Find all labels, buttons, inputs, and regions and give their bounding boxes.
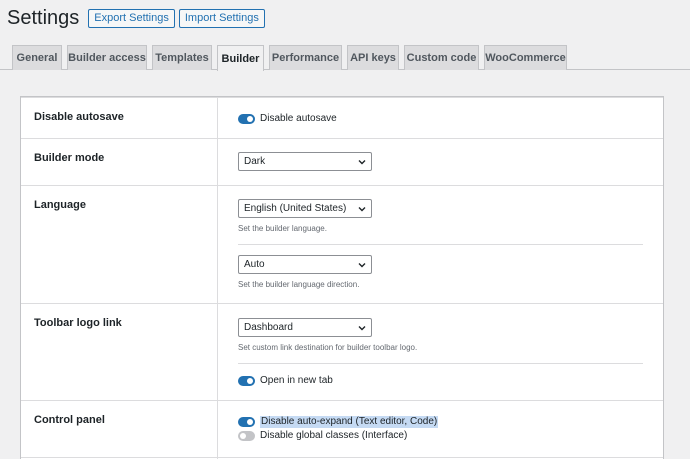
tab-performance[interactable]: Performance <box>269 45 342 70</box>
language-direction-select[interactable]: Auto <box>238 255 372 274</box>
import-settings-button[interactable]: Import Settings <box>178 8 265 28</box>
row-label: Disable autosave <box>34 111 124 123</box>
disable-auto-expand-toggle[interactable] <box>238 417 255 427</box>
chevron-down-icon <box>358 160 366 165</box>
tab-woocommerce[interactable]: WooCommerce <box>484 45 567 70</box>
select-value: Auto <box>244 259 265 270</box>
chevron-down-icon <box>358 207 366 212</box>
tab-builder-access[interactable]: Builder access <box>67 45 147 70</box>
row-builder-mode: Builder mode Dark <box>21 138 663 185</box>
language-select[interactable]: English (United States) <box>238 199 372 218</box>
row-label: Control panel <box>34 414 105 426</box>
toggle-label: Open in new tab <box>260 375 333 386</box>
settings-panel: Disable autosave Disable autosave Builde… <box>20 96 664 459</box>
toggle-label: Disable auto-expand (Text editor, Code) <box>260 416 439 428</box>
row-label: Builder mode <box>34 152 105 164</box>
language-description: Set the builder language. <box>238 224 327 233</box>
tab-custom-code[interactable]: Custom code <box>404 45 479 70</box>
settings-tabs: General Builder access Templates Builder… <box>0 45 690 71</box>
row-bottom-border <box>21 457 663 458</box>
select-value: English (United States) <box>244 203 347 214</box>
separator <box>238 363 643 364</box>
page-header: Settings Export Settings Import Settings <box>7 6 269 30</box>
toolbar-logo-description: Set custom link destination for builder … <box>238 343 418 352</box>
toggle-label: Disable global classes (Interface) <box>260 430 408 441</box>
row-disable-autosave: Disable autosave Disable autosave <box>21 97 663 138</box>
toolbar-logo-link-select[interactable]: Dashboard <box>238 318 372 337</box>
tab-general[interactable]: General <box>12 45 62 70</box>
disable-autosave-toggle[interactable] <box>238 114 255 124</box>
row-label: Toolbar logo link <box>34 317 122 329</box>
open-in-new-tab-toggle[interactable] <box>238 376 255 386</box>
tab-templates[interactable]: Templates <box>152 45 212 70</box>
chevron-down-icon <box>358 263 366 268</box>
separator <box>238 244 643 245</box>
row-language: Language English (United States) Set the… <box>21 185 663 303</box>
tab-api-keys[interactable]: API keys <box>347 45 399 70</box>
direction-description: Set the builder language direction. <box>238 280 360 289</box>
disable-global-classes-toggle[interactable] <box>238 431 255 441</box>
select-value: Dark <box>244 156 266 167</box>
export-settings-button[interactable]: Export Settings <box>88 8 175 28</box>
toggle-label: Disable autosave <box>260 113 337 124</box>
page-title: Settings <box>7 7 80 29</box>
row-control-panel: Control panel Disable auto-expand (Text … <box>21 400 663 459</box>
tab-builder[interactable]: Builder <box>217 45 264 71</box>
select-value: Dashboard <box>244 322 293 333</box>
row-toolbar-logo-link: Toolbar logo link Dashboard Set custom l… <box>21 303 663 400</box>
chevron-down-icon <box>358 326 366 331</box>
row-label: Language <box>34 199 86 211</box>
builder-mode-select[interactable]: Dark <box>238 152 372 171</box>
